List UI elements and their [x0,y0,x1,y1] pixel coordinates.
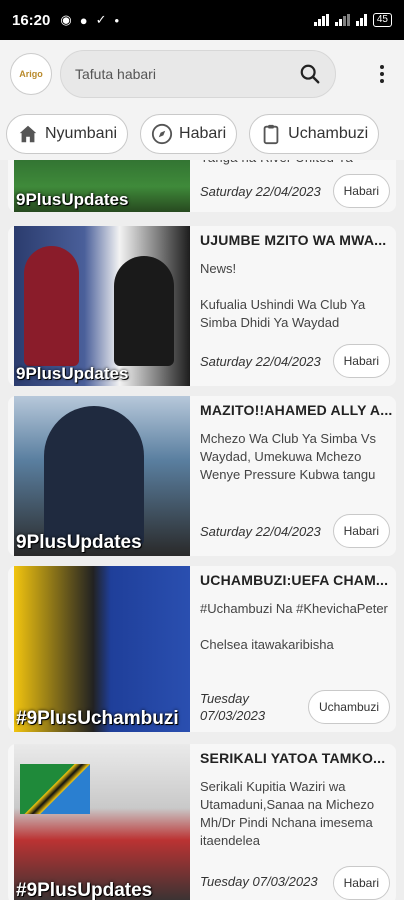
article-title: Yanga na River United Ya [200,160,394,168]
article-thumbnail: #9PlusUpdates [14,744,190,900]
logo-text: Arigo [19,69,43,79]
article-title: UCHAMBUZI:UEFA CHAM... [200,572,389,588]
article-title: SERIKALI YATOA TAMKO... [200,750,386,766]
article-card[interactable]: 9PlusUpdates UJUMBE MZITO WA MWA... News… [8,226,396,386]
app-logo[interactable]: Arigo [10,53,52,95]
notification-icon: ◉ [60,12,72,27]
signal-2-icon [334,14,350,26]
home-icon [19,125,37,143]
search-bar[interactable]: Tafuta habari [60,50,336,98]
article-date: Saturday 22/04/2023 [200,184,321,199]
flag-shape [20,764,90,814]
category-button[interactable]: Uchambuzi [307,690,390,724]
search-input[interactable]: Tafuta habari [75,66,299,82]
player-figure [24,246,79,366]
article-excerpt: Serikali Kupitia Waziri wa Utamaduni,San… [200,779,375,848]
thumbnail-watermark: 9PlusUpdates [16,364,129,383]
category-button[interactable]: Habari [332,344,390,378]
app-header: Arigo Tafuta habari [0,40,404,108]
article-excerpt: News! Kufualia Ushindi Wa Club Ya Simba … [200,261,366,330]
tab-uchambuzi[interactable]: Uchambuzi [249,114,380,154]
battery-level: 45 [376,14,388,25]
more-options-icon[interactable] [370,65,394,83]
download-done-icon: ✓ [95,12,107,27]
category-button[interactable]: Habari [332,866,390,900]
dot-icon: • [114,12,120,28]
tab-label: Uchambuzi [288,125,369,142]
clipboard-icon [263,124,279,145]
tab-label: Habari [179,125,227,142]
thumbnail-watermark: #9PlusUpdates [16,880,153,900]
battery-icon: 45 [372,13,392,27]
article-card[interactable]: #9PlusUchambuzi UCHAMBUZI:UEFA CHAM... #… [8,566,396,732]
status-bar: 16:20 ◉ ● ✓ • 45 [0,0,404,40]
article-card[interactable]: 9PlusUpdates MAZITO!!AHAMED ALLY A... Mc… [8,396,396,556]
article-excerpt: Mchezo Wa Club Ya Simba Vs Waydad, Umeku… [200,431,377,482]
category-button[interactable]: Habari [332,174,390,208]
category-tabs: Nyumbani Habari Uchambuzi [0,108,404,160]
article-thumbnail: #9PlusUchambuzi [14,566,190,732]
tab-nyumbani[interactable]: Nyumbani [6,114,129,154]
thumbnail-watermark: #9PlusUchambuzi [16,708,179,729]
compass-icon [151,123,173,145]
article-title: UJUMBE MZITO WA MWA... [200,232,387,248]
article-date: Saturday 22/04/2023 [200,524,321,539]
article-thumbnail: 9PlusUpdates [14,396,190,556]
official-figure [114,256,174,366]
article-excerpt: #Uchambuzi Na #KhevichaPeter Chelsea ita… [200,601,388,652]
thumbnail-watermark: 9PlusUpdates [16,532,142,553]
article-title: MAZITO!!AHAMED ALLY A... [200,402,393,418]
status-time: 16:20 [12,11,51,29]
chat-icon: ● [79,12,88,28]
article-card[interactable]: #9PlusUpdates SERIKALI YATOA TAMKO... Se… [8,744,396,900]
signal-icon [313,14,329,26]
article-card[interactable]: 9PlusUpdates Yanga na River United Ya Sa… [8,160,396,212]
category-button[interactable]: Habari [332,514,390,548]
article-list[interactable]: 9PlusUpdates Yanga na River United Ya Sa… [0,160,404,900]
article-thumbnail: 9PlusUpdates [14,226,190,386]
wifi-signal-icon [355,14,367,26]
article-thumbnail: 9PlusUpdates [14,160,190,212]
tab-habari[interactable]: Habari [140,114,238,154]
search-icon[interactable] [299,63,321,85]
article-date: Tuesday 07/03/2023 [200,691,266,723]
article-date: Tuesday 07/03/2023 [200,874,318,889]
tab-label: Nyumbani [45,125,118,142]
speaker-figure [44,406,144,546]
article-date: Saturday 22/04/2023 [200,354,321,369]
thumbnail-watermark: 9PlusUpdates [16,190,129,209]
